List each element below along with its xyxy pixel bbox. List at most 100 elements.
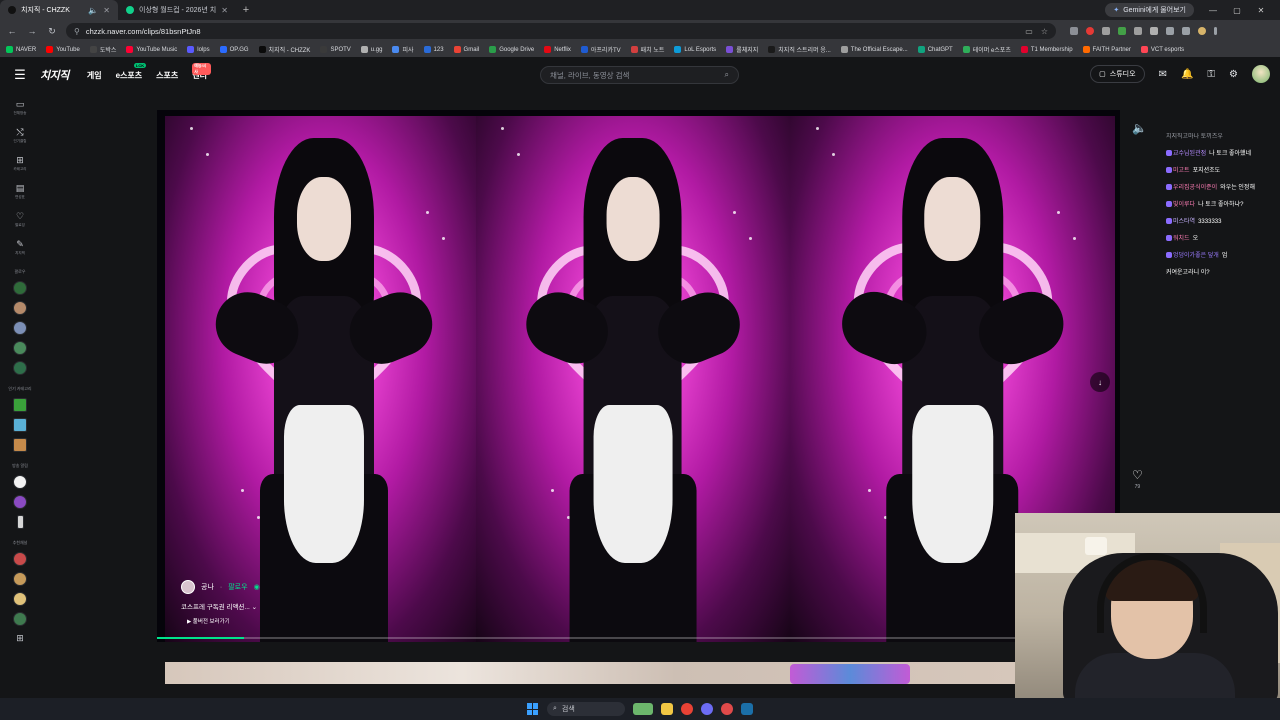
owner-avatar[interactable] [181, 580, 195, 594]
new-tab-button[interactable]: + [236, 0, 256, 20]
window-close-icon[interactable]: ✕ [1256, 6, 1266, 15]
search-input[interactable]: 채널, 라이브, 동영상 검색 ⌕ [540, 66, 739, 84]
chat-nickname[interactable]: 빛이루다 [1173, 202, 1195, 208]
bookmark-item[interactable]: OP.GG [219, 46, 249, 53]
chat-nickname[interactable]: 워치드 [1173, 236, 1190, 242]
bookmark-star-icon[interactable]: ☆ [1041, 27, 1048, 36]
full-version-link[interactable]: ▶ 풀버전 보러가기 [187, 617, 230, 625]
channel-avatar[interactable] [13, 301, 27, 315]
app-icon[interactable] [721, 703, 733, 715]
bookmark-item[interactable]: Gmail [453, 46, 479, 53]
channel-avatar[interactable] [13, 572, 27, 586]
category-thumbnail[interactable] [13, 418, 27, 432]
puzzle-icon[interactable] [1166, 27, 1174, 35]
category-thumbnail[interactable] [13, 438, 27, 452]
next-clip-preview[interactable] [165, 662, 1015, 684]
bookmark-item[interactable]: ChatGPT [917, 46, 953, 53]
nav-sports[interactable]: 스포츠 [156, 70, 178, 81]
sidebar-item[interactable]: ✎ 치지픽 [0, 233, 40, 261]
bookmark-item[interactable]: lolps [187, 46, 210, 53]
url-bar[interactable]: ⚲ chzzk.naver.com/clips/81bsnPtJn8 ▭ ☆ [66, 23, 1056, 39]
scroll-down-button[interactable]: ↓ [1090, 372, 1110, 392]
bookmark-item[interactable]: T1 Membership [1020, 46, 1073, 53]
gemini-button[interactable]: ✦ Gemini에게 물어보기 [1105, 3, 1194, 17]
bookmark-item[interactable]: 롤체지지 [726, 45, 758, 54]
channel-avatar[interactable] [13, 612, 27, 626]
nav-game[interactable]: 게임 [87, 70, 102, 81]
channel-avatar[interactable] [13, 475, 27, 489]
file-explorer-icon[interactable] [661, 703, 673, 715]
chevron-down-icon[interactable]: ⌄ [252, 604, 257, 611]
minimize-icon[interactable]: — [1208, 6, 1218, 15]
bookmark-item[interactable]: 테이머 e스포츠 [962, 45, 1011, 54]
owner-follow-tag[interactable]: 팔로우 [228, 582, 247, 592]
bookmark-item[interactable]: 아프리카TV [580, 45, 621, 54]
chat-nickname[interactable]: 미고트 [1173, 168, 1190, 174]
discord-icon[interactable] [701, 703, 713, 715]
bookmark-item[interactable]: FAITH Partner [1082, 46, 1131, 53]
bookmark-item[interactable]: YouTube [46, 46, 80, 53]
site-info-icon[interactable]: ⚲ [74, 27, 80, 36]
search-icon[interactable]: ⌕ [725, 70, 729, 80]
bookmark-item[interactable]: 피사 [392, 45, 414, 54]
bookmark-item[interactable]: SPOTV [320, 46, 351, 53]
key-icon[interactable]: ⚿ [1207, 69, 1215, 80]
menu-hamburger-icon[interactable]: ☰ [0, 67, 40, 83]
bookmark-item[interactable]: Netflix [544, 46, 571, 53]
reload-icon[interactable]: ↻ [46, 26, 58, 37]
clip-player[interactable]: 공나 · 팔로우 ◉ 코스프레 구독권 리액션... ⌄ ▶ 풀버전 보러가기 [157, 110, 1120, 642]
sidepanel-icon[interactable] [1182, 27, 1190, 35]
studio-button[interactable]: ▢ 스튜디오 [1090, 65, 1145, 83]
bookmark-item[interactable]: u.gg [360, 46, 382, 53]
widgets-icon[interactable] [633, 703, 653, 715]
taskbar-search[interactable]: ⌕ 검색 [547, 702, 625, 716]
notification-bell-icon[interactable]: 🔔 [1181, 69, 1193, 80]
like-button[interactable]: ♡ 79 [1132, 468, 1143, 490]
extension-icon[interactable] [1086, 27, 1094, 35]
bookmark-item[interactable]: 도박스 [89, 45, 116, 54]
volume-button[interactable]: 🔈 [1132, 121, 1147, 135]
message-icon[interactable]: ✉ [1159, 69, 1167, 80]
tab-close-icon[interactable]: ✕ [221, 6, 228, 15]
sidebar-item[interactable]: ⊞ 카테고리 [0, 149, 40, 177]
category-thumbnail[interactable] [13, 398, 27, 412]
settings-gear-icon[interactable]: ⚙ [1229, 69, 1238, 80]
clip-title[interactable]: 코스프레 구독권 리액션... ⌄ [181, 601, 257, 611]
back-arrow-icon[interactable]: ← [6, 26, 18, 36]
windows-start-icon[interactable] [527, 703, 539, 715]
progress-bar[interactable] [157, 637, 1120, 639]
menu-kebab-icon[interactable] [1214, 27, 1217, 35]
nav-esports[interactable]: e스포츠 LCK [116, 62, 147, 81]
steam-icon[interactable] [741, 703, 753, 715]
user-avatar[interactable] [1252, 65, 1270, 83]
clip-owner[interactable]: 공나 · 팔로우 ◉ [181, 580, 260, 594]
bookmark-item[interactable]: LoL Esports [674, 46, 716, 53]
channel-avatar[interactable] [13, 552, 27, 566]
maximize-icon[interactable]: ▢ [1232, 6, 1242, 15]
channel-avatar[interactable] [13, 321, 27, 335]
forward-arrow-icon[interactable]: → [26, 26, 38, 36]
bookmark-item[interactable]: YouTube Music [126, 46, 177, 53]
bookmark-item[interactable]: Google Drive [489, 46, 534, 53]
owner-name[interactable]: 공나 [201, 582, 214, 592]
channel-avatar[interactable] [16, 515, 24, 529]
profile-icon[interactable] [1198, 27, 1206, 35]
tab-close-icon[interactable]: ✕ [103, 6, 110, 15]
bookmark-item[interactable]: 패치 노트 [630, 45, 664, 54]
channel-avatar[interactable] [13, 495, 27, 509]
chat-nickname[interactable]: 엉덩이가좋은 덮개 [1173, 253, 1219, 259]
bookmark-item[interactable]: 치지직 - CHZZK [258, 45, 310, 54]
chat-nickname[interactable]: 교수님된관점 [1173, 151, 1206, 157]
bookmark-item[interactable]: 123 [423, 46, 444, 53]
sidebar-item[interactable]: ♡ 팔로잉 [0, 205, 40, 233]
channel-avatar[interactable] [13, 592, 27, 606]
extension-icon[interactable] [1150, 27, 1158, 35]
browser-tab-worldcup[interactable]: 이상형 월드컵 - 2026년 치지직 ✕ [118, 0, 236, 20]
channel-avatar[interactable] [13, 341, 27, 355]
channel-avatar[interactable] [13, 281, 27, 295]
browser-tab-chzzk[interactable]: 치지직 - CHZZK 🔈 ✕ [0, 0, 118, 20]
site-logo[interactable]: 치지직 [40, 67, 69, 83]
sidebar-item[interactable]: ▭ 전체방송 [0, 93, 40, 121]
extension-icon[interactable] [1070, 27, 1078, 35]
chat-nickname[interactable]: 우리집공식이준이 [1173, 185, 1217, 191]
